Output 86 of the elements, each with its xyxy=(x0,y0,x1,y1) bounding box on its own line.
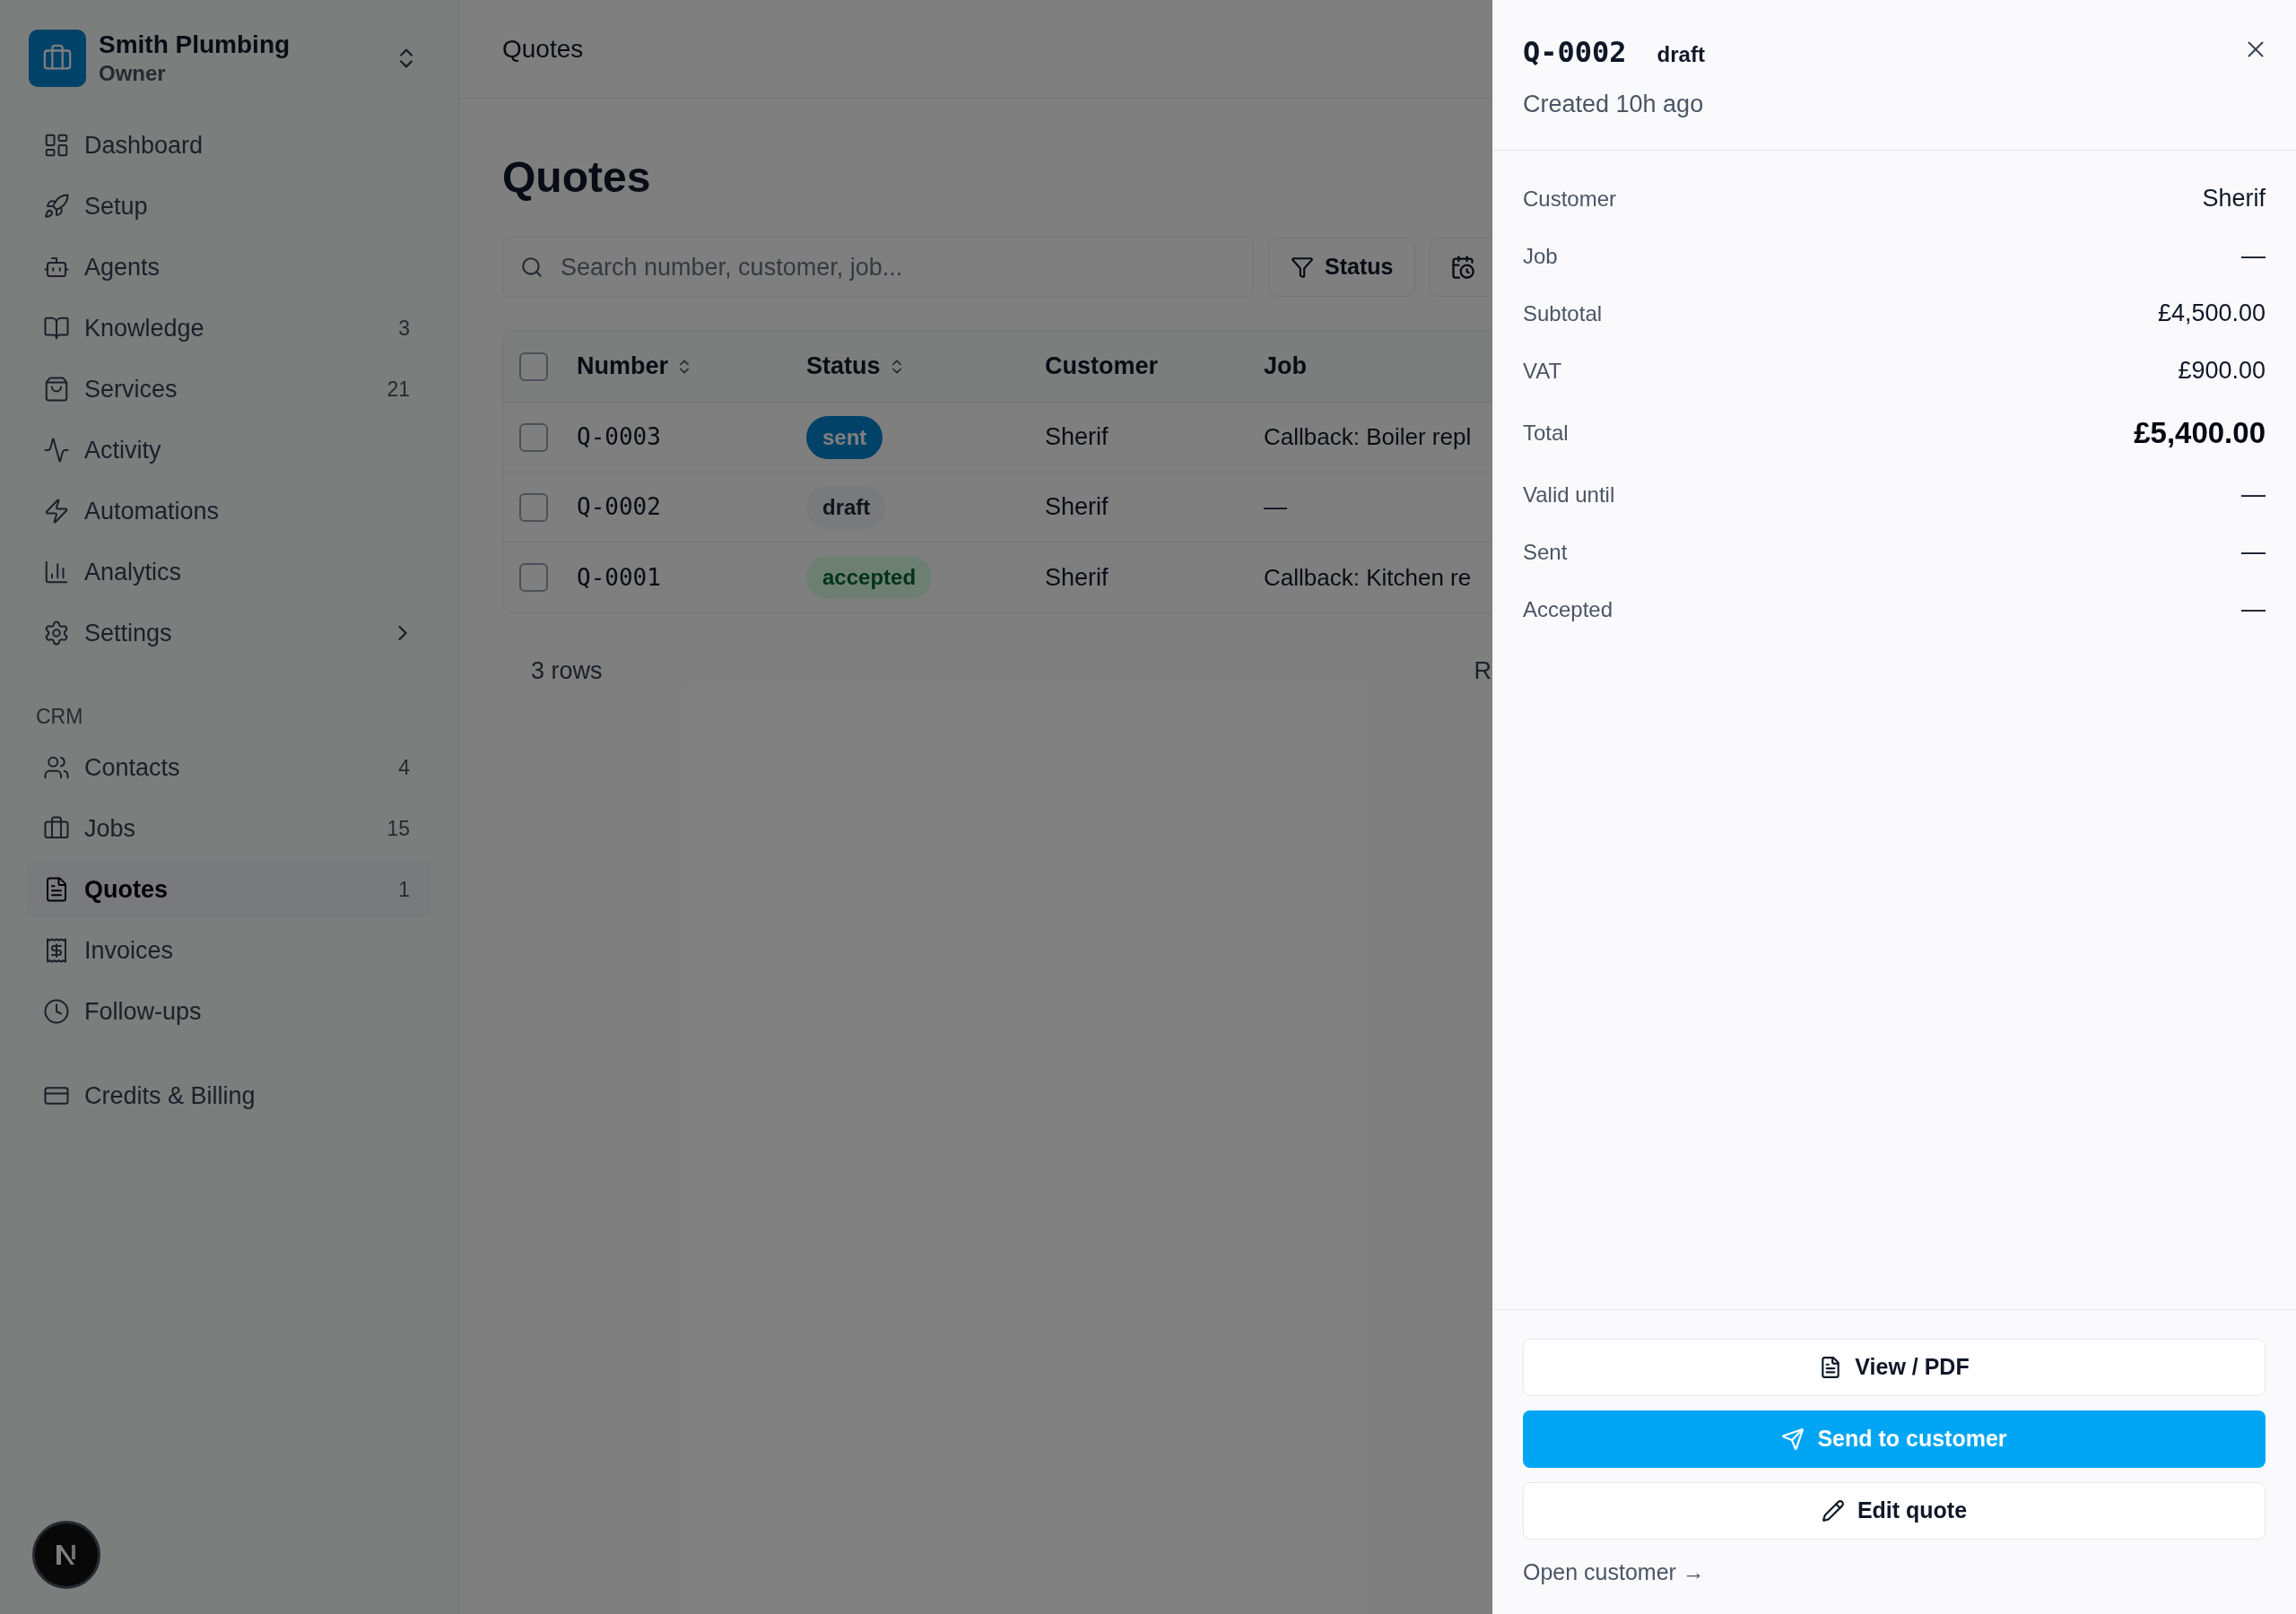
field-value: Sherif xyxy=(2202,184,2266,214)
nav-item[interactable]: Invoices xyxy=(27,922,431,979)
book-icon xyxy=(43,315,70,342)
quote-number: Q-0002 xyxy=(577,492,661,522)
filter-button[interactable]: Status xyxy=(1268,238,1416,297)
funnel-icon xyxy=(1291,256,1314,279)
breadcrumb-title: Quotes xyxy=(502,33,584,65)
nav-item[interactable]: Agents xyxy=(27,239,431,296)
status-badge: accepted xyxy=(806,556,933,599)
field-value: — xyxy=(2241,480,2266,510)
bar-chart-icon xyxy=(43,559,70,586)
status-badge: draft xyxy=(806,485,887,529)
org-role: Owner xyxy=(99,60,167,87)
row-checkbox[interactable] xyxy=(519,563,548,592)
field-value: £900.00 xyxy=(2178,356,2266,386)
field-label: Job xyxy=(1523,242,1558,270)
users-icon xyxy=(43,754,70,781)
nav-item[interactable]: Contacts 4 xyxy=(27,739,431,796)
nav-count: 1 xyxy=(398,876,410,903)
status-label: draft xyxy=(1657,41,1705,68)
action-button[interactable]: Edit quote xyxy=(1523,1481,2266,1540)
nav-item[interactable]: Activity xyxy=(27,421,431,479)
nav-item[interactable]: Settings xyxy=(27,604,431,662)
pencil-icon xyxy=(1821,1498,1845,1523)
job-cell-text: Callback: Boiler repl xyxy=(1264,422,1472,452)
nav-count: 15 xyxy=(387,815,410,842)
field-label: Valid until xyxy=(1523,481,1615,508)
nav-item[interactable]: Follow-ups xyxy=(27,983,431,1040)
nav-item[interactable]: Jobs 15 xyxy=(27,800,431,857)
row-checkbox[interactable] xyxy=(519,422,548,452)
search-field[interactable]: Search number, customer, job... xyxy=(502,237,1254,298)
nav-item[interactable]: Knowledge 3 xyxy=(27,299,431,357)
row-count: 3 rows xyxy=(531,656,603,686)
field-value: — xyxy=(2241,594,2266,625)
nav-item[interactable]: Services 21 xyxy=(27,360,431,418)
clock-icon xyxy=(43,998,70,1025)
row-checkbox[interactable] xyxy=(519,492,548,522)
quote-number: Q-0003 xyxy=(577,422,661,452)
column-header[interactable]: Status xyxy=(806,348,881,385)
quote-number-title: Q-0002 xyxy=(1523,34,1627,71)
column-header[interactable]: Number xyxy=(577,348,668,385)
calendar-icon xyxy=(1450,255,1476,280)
field-label: Total xyxy=(1523,419,1569,447)
customer-cell-text: Sherif xyxy=(1045,492,1109,523)
nav-item[interactable]: Dashboard xyxy=(27,117,431,174)
nav-item[interactable]: Automations xyxy=(27,482,431,540)
nav-count: 21 xyxy=(387,376,410,403)
nav-count: 3 xyxy=(398,315,410,342)
activity-icon xyxy=(43,437,70,464)
search-icon xyxy=(520,256,544,279)
section-heading: CRM xyxy=(35,703,84,730)
action-button[interactable]: Send to customer xyxy=(1523,1410,2266,1468)
field-label: Sent xyxy=(1523,538,1568,566)
status-badge: sent xyxy=(806,415,883,459)
dashboard-icon xyxy=(43,132,70,159)
open-customer-link[interactable]: Open customer → xyxy=(1523,1555,1705,1589)
bag-icon xyxy=(43,376,70,403)
field-value: — xyxy=(2241,537,2266,568)
pagination-label: R xyxy=(1474,656,1492,686)
select-all-checkbox[interactable] xyxy=(519,351,548,381)
nav-item[interactable]: Analytics xyxy=(27,543,431,601)
field-label: VAT xyxy=(1523,357,1562,385)
field-value: £4,500.00 xyxy=(2157,299,2266,329)
customer-cell-text: Sherif xyxy=(1045,562,1109,593)
column-header: Customer xyxy=(1045,351,1159,382)
org-name: Smith Plumbing xyxy=(99,30,291,60)
field-label: Accepted xyxy=(1523,595,1613,623)
page-title: Quotes xyxy=(502,152,651,203)
field-label: Subtotal xyxy=(1523,299,1603,327)
field-value: £5,400.00 xyxy=(2134,414,2266,451)
nav-count: 4 xyxy=(398,754,410,781)
customer-cell-text: Sherif xyxy=(1045,422,1109,453)
field-value: — xyxy=(2241,241,2266,272)
nav-item[interactable]: Setup xyxy=(27,178,431,235)
quote-number: Q-0001 xyxy=(577,562,661,593)
field-label: Customer xyxy=(1523,185,1617,213)
rocket-icon xyxy=(43,193,70,220)
lightning-icon xyxy=(43,498,70,525)
action-button[interactable]: View / PDF xyxy=(1523,1338,2266,1396)
nav-item[interactable]: Credits & Billing xyxy=(27,1067,431,1124)
job-cell-text: — xyxy=(1264,492,1287,522)
settings-icon xyxy=(43,620,70,646)
send-icon xyxy=(1781,1427,1805,1451)
created-time: Created 10h ago xyxy=(1523,90,1704,119)
column-header: Job xyxy=(1264,351,1307,382)
job-cell-text: Callback: Kitchen re xyxy=(1264,562,1472,593)
